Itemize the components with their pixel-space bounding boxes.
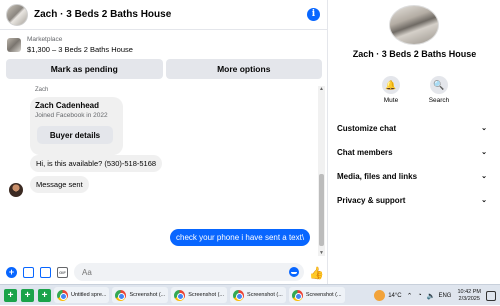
bell-icon: 🔔 (382, 76, 400, 94)
gif-icon[interactable]: GIF (57, 267, 68, 278)
section-label: Media, files and links (337, 171, 418, 181)
notification-icon[interactable] (486, 290, 496, 301)
mute-button[interactable]: 🔔 Mute (373, 76, 409, 104)
details-panel: Zach · 3 Beds 2 Baths House 🔔 Mute 🔍 Sea… (329, 0, 500, 284)
clock[interactable]: 10:42 PM 2/3/2025 (457, 289, 481, 303)
listing-actions: Mark as pending More options (6, 59, 322, 79)
section-privacy-support[interactable]: Privacy & support ⌄ (337, 190, 487, 210)
outgoing-message: check your phone i have sent a text\ (170, 229, 311, 246)
messenger-window: Zach · 3 Beds 2 Baths House i Marketplac… (0, 0, 500, 284)
chevron-up-icon[interactable]: ⌃ (407, 292, 413, 300)
marketplace-label: Marketplace (27, 36, 63, 43)
panel-title: Zach · 3 Beds 2 Baths House (352, 49, 477, 59)
taskbar-app[interactable]: Screenshot (... (112, 287, 169, 303)
sheets-plus-icon[interactable]: + (21, 288, 34, 302)
thumbs-up-icon[interactable]: 👍 (309, 266, 324, 280)
mark-as-pending-button[interactable]: Mark as pending (6, 59, 163, 79)
incoming-message: Hi, is this available? (530)-518-5168 (30, 155, 163, 172)
chevron-down-icon: ⌄ (481, 197, 487, 204)
section-customize-chat[interactable]: Customize chat ⌄ (337, 118, 487, 138)
wifi-icon[interactable]: ◔ (417, 292, 421, 299)
search-icon: 🔍 (430, 76, 448, 94)
scroll-up-icon[interactable]: ▲ (319, 86, 324, 92)
mute-label: Mute (383, 97, 399, 104)
chevron-down-icon: ⌄ (481, 125, 487, 132)
sender-avatar[interactable] (9, 183, 23, 197)
section-chat-members[interactable]: Chat members ⌄ (337, 142, 487, 162)
listing-info: Marketplace $1,300 – 3 Beds 2 Baths Hous… (27, 36, 133, 54)
taskbar-app[interactable]: Screenshot (... (230, 287, 286, 303)
taskbar-app[interactable]: Screenshot (... (171, 287, 228, 303)
chevron-down-icon: ⌄ (481, 149, 487, 156)
listing-photo[interactable] (389, 5, 439, 45)
search-label: Search (428, 97, 450, 104)
buyer-card: Zach Cadenhead Joined Facebook in 2022 B… (30, 97, 123, 155)
message-scrollbar[interactable]: ▲ ▼ (318, 86, 325, 256)
plus-icon[interactable]: + (6, 267, 17, 278)
chrome-icon (57, 289, 68, 301)
image-icon[interactable] (23, 267, 34, 278)
clock-time: 10:42 PM (457, 288, 481, 295)
scroll-thumb[interactable] (319, 174, 324, 246)
more-options-button[interactable]: More options (165, 59, 322, 79)
system-tray: 14°C ⌃ ◔ 🔈 ENG 10:42 PM 2/3/2025 (374, 285, 500, 306)
chat-header: Zach · 3 Beds 2 Baths House i (0, 0, 328, 30)
chat-title[interactable]: Zach · 3 Beds 2 Baths House (34, 9, 171, 20)
buyer-name: Zach Cadenhead (35, 101, 100, 110)
marketplace-strip[interactable]: Marketplace $1,300 – 3 Beds 2 Baths Hous… (0, 31, 328, 59)
taskbar-app-label: Screenshot (... (305, 292, 342, 298)
panel-actions: 🔔 Mute 🔍 Search (373, 76, 458, 108)
listing-avatar[interactable] (6, 3, 28, 26)
taskbar-app-label: Screenshot (... (129, 292, 166, 298)
chrome-icon (115, 289, 127, 301)
temperature[interactable]: 14°C (388, 293, 401, 299)
taskbar-app-label: Untitled spre... (71, 292, 107, 298)
sticker-icon[interactable] (40, 267, 51, 278)
listing-title: $1,300 – 3 Beds 2 Baths House (27, 45, 133, 54)
sender-name: Zach (35, 87, 49, 93)
chrome-icon (233, 289, 245, 301)
message-list: Zach Zach Cadenhead Joined Facebook in 2… (0, 82, 318, 258)
section-label: Customize chat (337, 123, 397, 133)
taskbar-app-label: Screenshot (... (247, 292, 283, 298)
incoming-message: Message sent (30, 176, 89, 193)
sheets-plus-icon[interactable]: + (38, 288, 51, 302)
info-icon[interactable]: i (307, 8, 320, 21)
message-input[interactable] (82, 266, 282, 278)
section-label: Chat members (337, 147, 393, 157)
message-input-wrap (74, 263, 304, 281)
taskbar-app[interactable]: Untitled spre... (54, 287, 110, 303)
chat-pane: Zach · 3 Beds 2 Baths House i Marketplac… (0, 0, 328, 284)
taskbar-app[interactable]: Screenshot (... (288, 287, 345, 303)
buyer-details-button[interactable]: Buyer details (37, 126, 113, 144)
speaker-icon[interactable]: 🔈 (427, 292, 436, 300)
search-button[interactable]: 🔍 Search (421, 76, 457, 104)
section-label: Privacy & support (337, 195, 406, 205)
scroll-down-icon[interactable]: ▼ (319, 250, 324, 256)
composer: + GIF 👍 (0, 261, 328, 284)
taskbar-app-label: Screenshot (... (188, 292, 225, 298)
clock-date: 2/3/2025 (458, 295, 480, 302)
chevron-down-icon: ⌄ (481, 173, 487, 180)
section-media-files-links[interactable]: Media, files and links ⌄ (337, 166, 487, 186)
chrome-icon (174, 289, 186, 301)
listing-thumbnail (7, 38, 21, 52)
language-indicator[interactable]: ENG (438, 293, 451, 299)
windows-taskbar: + + + Untitled spre... Screenshot (... S… (0, 284, 500, 305)
sheets-plus-icon[interactable]: + (4, 288, 17, 302)
emoji-icon[interactable] (289, 267, 299, 277)
buyer-joined: Joined Facebook in 2022 (35, 112, 108, 119)
chrome-icon (291, 289, 303, 301)
weather-icon[interactable] (374, 290, 386, 301)
